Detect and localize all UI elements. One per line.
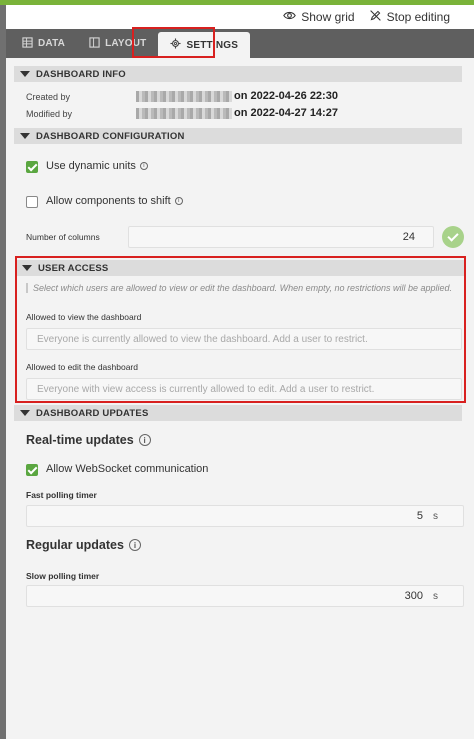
- info-icon[interactable]: i: [174, 197, 183, 205]
- tab-layout-label: LAYOUT: [105, 38, 147, 49]
- dynamic-units-row: Use dynamic units i: [46, 160, 148, 172]
- modified-by-label: Modified by: [26, 109, 73, 119]
- websocket-label: Allow WebSocket communication: [46, 463, 209, 475]
- user-access-helper-text: Select which users are allowed to view o…: [26, 283, 462, 293]
- table-icon: [22, 36, 33, 51]
- info-icon[interactable]: i: [139, 162, 148, 170]
- top-actions-bar: Show grid Stop editing: [6, 5, 474, 29]
- allow-shift-checkbox[interactable]: [26, 196, 38, 208]
- show-grid-button[interactable]: Show grid: [283, 9, 355, 25]
- modified-by-value: on 2022-04-27 14:27: [234, 107, 338, 119]
- section-title: DASHBOARD INFO: [36, 68, 126, 80]
- regular-updates-heading: Regular updates i: [26, 538, 141, 552]
- columns-input[interactable]: 24: [128, 226, 434, 248]
- pencil-off-icon: [369, 9, 382, 25]
- tab-settings[interactable]: SETTINGS: [158, 32, 251, 58]
- columns-label: Number of columns: [26, 232, 100, 242]
- slow-polling-unit: s: [433, 591, 438, 602]
- realtime-updates-title: Real-time updates: [26, 433, 134, 447]
- websocket-checkbox[interactable]: [26, 464, 38, 476]
- tab-data-label: DATA: [38, 38, 66, 49]
- collapse-triangle-icon: [20, 410, 30, 416]
- tab-layout[interactable]: LAYOUT: [77, 29, 158, 58]
- edit-access-label: Allowed to edit the dashboard: [26, 362, 138, 372]
- tab-bar: DATA LAYOUT SETTINGS: [6, 29, 474, 58]
- redacted-user-name: [136, 91, 232, 102]
- dynamic-units-label: Use dynamic units: [46, 160, 136, 172]
- view-access-input[interactable]: Everyone is currently allowed to view th…: [26, 328, 462, 350]
- layout-icon: [89, 36, 100, 51]
- slow-polling-label: Slow polling timer: [26, 571, 100, 581]
- dynamic-units-checkbox[interactable]: [26, 161, 38, 173]
- collapse-triangle-icon: [20, 133, 30, 139]
- created-by-value: on 2022-04-26 22:30: [234, 90, 338, 102]
- fast-polling-label: Fast polling timer: [26, 490, 97, 500]
- section-title: DASHBOARD CONFIGURATION: [36, 130, 185, 142]
- dashboard-info-header[interactable]: DASHBOARD INFO: [14, 66, 462, 82]
- tab-settings-label: SETTINGS: [186, 39, 239, 51]
- show-grid-label: Show grid: [301, 10, 355, 24]
- allow-shift-row: Allow components to shift i: [46, 195, 183, 207]
- confirm-check-button[interactable]: [442, 226, 464, 248]
- slow-polling-input[interactable]: 300: [26, 585, 464, 607]
- eye-icon: [283, 9, 297, 25]
- info-icon[interactable]: i: [138, 434, 151, 446]
- stop-editing-button[interactable]: Stop editing: [369, 9, 450, 25]
- regular-updates-title: Regular updates: [26, 538, 124, 552]
- collapse-triangle-icon: [22, 265, 32, 271]
- created-by-label: Created by: [26, 92, 71, 102]
- section-title: DASHBOARD UPDATES: [36, 407, 149, 419]
- user-access-header[interactable]: USER ACCESS: [16, 260, 464, 276]
- dashboard-configuration-header[interactable]: DASHBOARD CONFIGURATION: [14, 128, 462, 144]
- tab-data[interactable]: DATA: [10, 29, 77, 58]
- info-icon[interactable]: i: [128, 539, 141, 551]
- fast-polling-input[interactable]: 5: [26, 505, 464, 527]
- dashboard-updates-header[interactable]: DASHBOARD UPDATES: [14, 405, 462, 421]
- fast-polling-unit: s: [433, 511, 438, 522]
- redacted-user-name: [136, 108, 232, 119]
- allow-shift-label: Allow components to shift: [46, 195, 171, 207]
- section-title: USER ACCESS: [38, 262, 109, 274]
- collapse-triangle-icon: [20, 71, 30, 77]
- view-access-label: Allowed to view the dashboard: [26, 312, 142, 322]
- realtime-updates-heading: Real-time updates i: [26, 433, 151, 447]
- stop-editing-label: Stop editing: [386, 10, 450, 24]
- gear-icon: [170, 38, 182, 52]
- edit-access-input[interactable]: Everyone with view access is currently a…: [26, 378, 462, 400]
